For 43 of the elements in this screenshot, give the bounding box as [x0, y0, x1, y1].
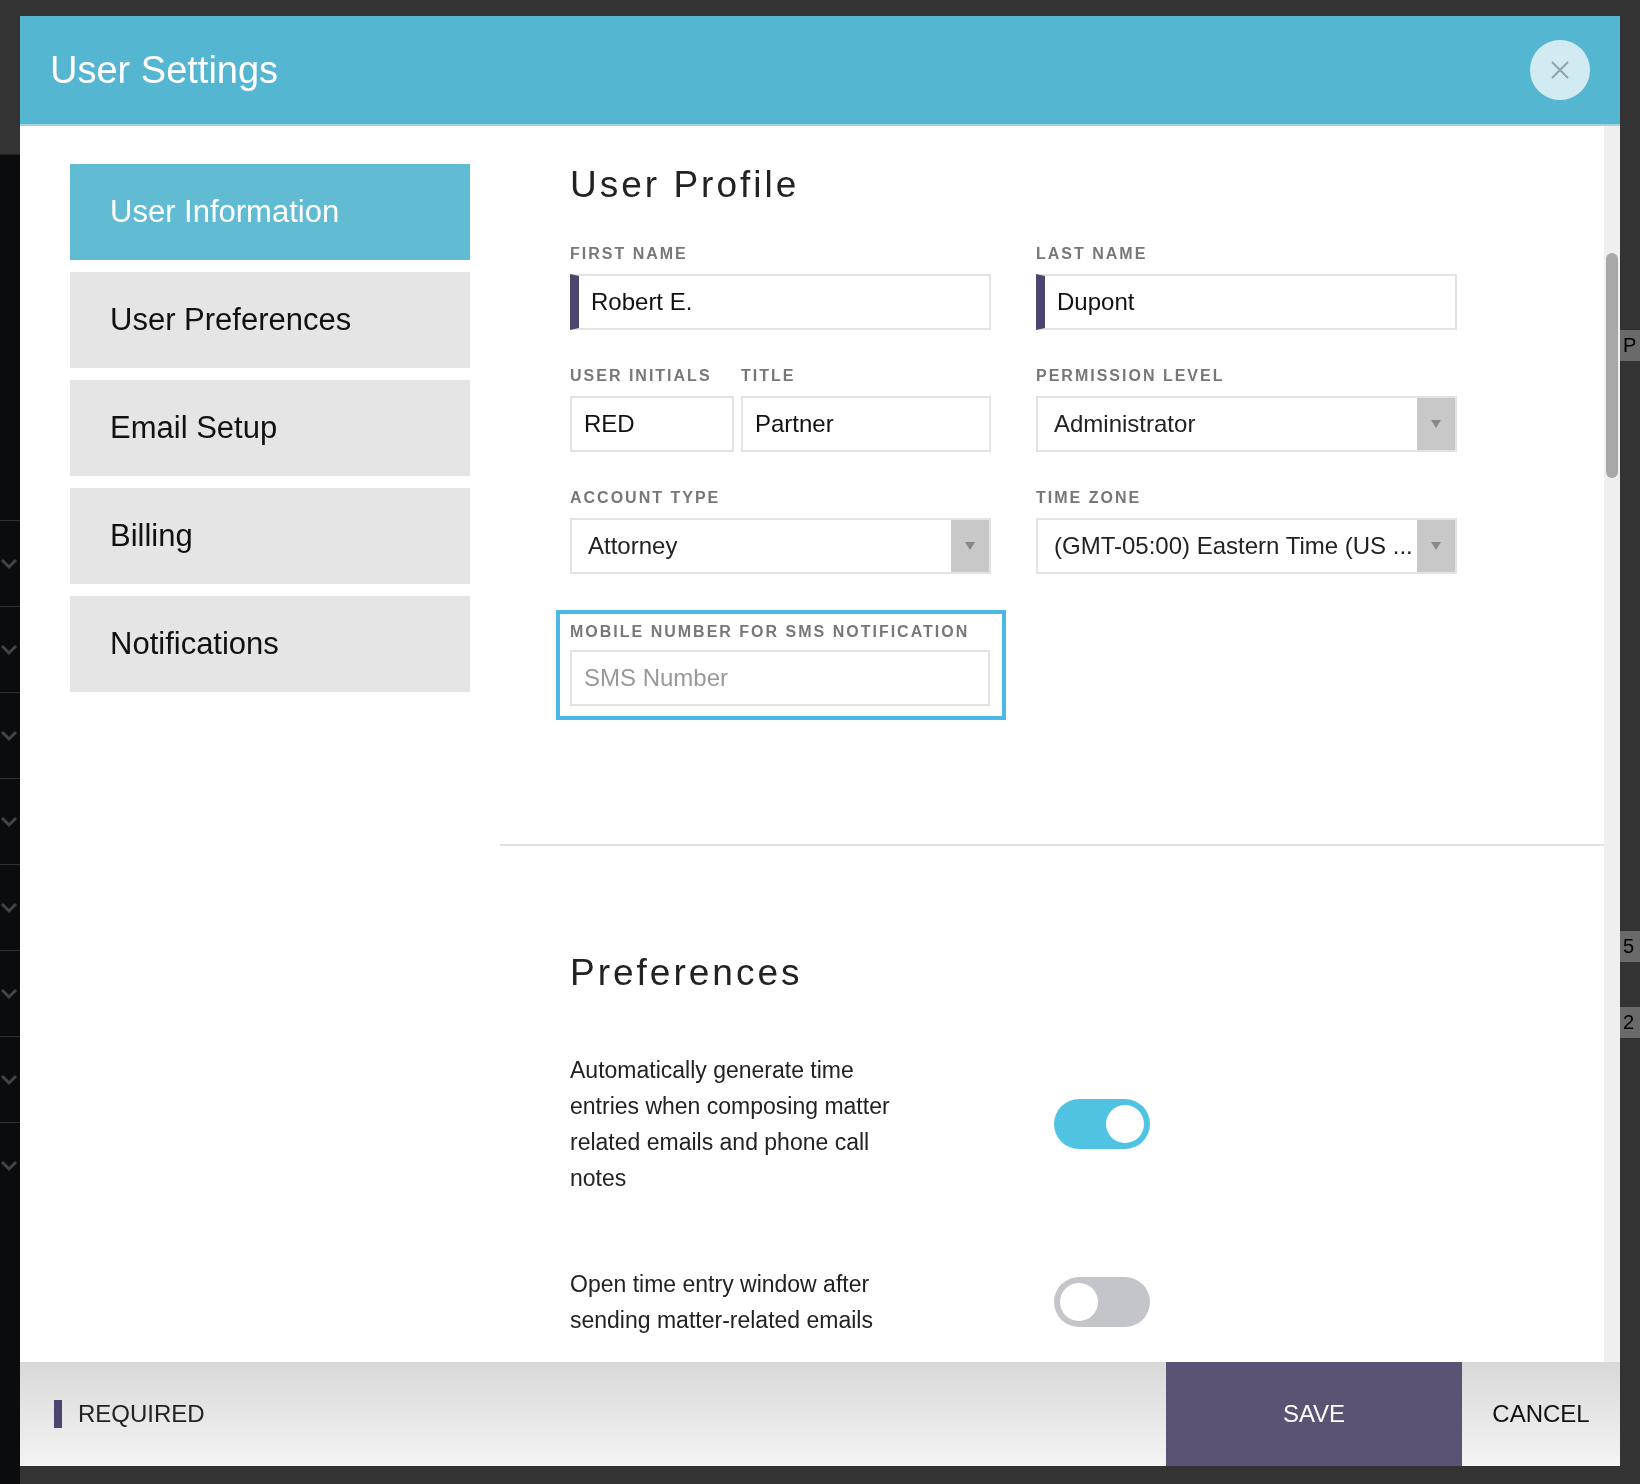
input-field[interactable]: Dupont	[1036, 274, 1457, 330]
field-label: FIRST NAME	[570, 244, 689, 264]
save-button[interactable]: SAVE	[1166, 1362, 1462, 1466]
cancel-button[interactable]: CANCEL	[1462, 1362, 1620, 1466]
sidebar-tab[interactable]: Notifications	[70, 596, 470, 692]
background-text: P	[1620, 330, 1640, 361]
dropdown[interactable]: Attorney	[570, 518, 991, 574]
chevron-down-icon	[0, 557, 18, 570]
background-text: 2	[1620, 1007, 1640, 1038]
scrollbar-thumb[interactable]	[1606, 253, 1618, 478]
field-label: TITLE	[741, 366, 797, 386]
field-label: USER INITIALS	[570, 366, 713, 386]
preference-label: Automatically generate time entries when composing matter related emails and phone call notes	[570, 1056, 891, 1193]
section-heading: User Profile	[570, 164, 801, 207]
field-label: LAST NAME	[1036, 244, 1149, 264]
chevron-down-icon	[0, 1073, 18, 1086]
chevron-down-icon	[0, 729, 18, 742]
field-label: PERMISSION LEVEL	[1036, 366, 1226, 386]
dropdown[interactable]: Administrator	[1036, 396, 1457, 452]
preference-label: Open time entry window after sending matter-related emails	[570, 1270, 874, 1335]
field-label: MOBILE NUMBER FOR SMS NOTIFICATION	[570, 622, 971, 642]
background-text: 5	[1620, 931, 1640, 962]
toggle-switch[interactable]	[1054, 1277, 1150, 1327]
chevron-down-icon	[0, 987, 18, 1000]
input-field[interactable]: Robert E.	[570, 274, 991, 330]
chevron-down-icon	[0, 815, 18, 828]
chevron-down-icon	[0, 901, 18, 914]
dropdown[interactable]: (GMT-05:00) Eastern Time (US ...	[1036, 518, 1457, 574]
field-label: ACCOUNT TYPE	[570, 488, 722, 508]
sidebar-tab[interactable]: Email Setup	[70, 380, 470, 476]
chevron-down-icon	[0, 643, 18, 656]
toggle-switch[interactable]	[1054, 1099, 1150, 1149]
input-field[interactable]: RED	[570, 396, 734, 452]
section-heading: Preferences	[570, 952, 804, 995]
input-field[interactable]: SMS Number	[570, 650, 990, 706]
sidebar-tab[interactable]: Billing	[70, 488, 470, 584]
sidebar-tab[interactable]: User Preferences	[70, 272, 470, 368]
required-legend: REQUIRED	[20, 1362, 205, 1466]
input-field[interactable]: Partner	[741, 396, 991, 452]
close-button[interactable]	[1530, 40, 1590, 100]
window-title: User Settings	[50, 48, 279, 92]
chevron-down-icon	[0, 1159, 18, 1172]
field-label: TIME ZONE	[1036, 488, 1143, 508]
